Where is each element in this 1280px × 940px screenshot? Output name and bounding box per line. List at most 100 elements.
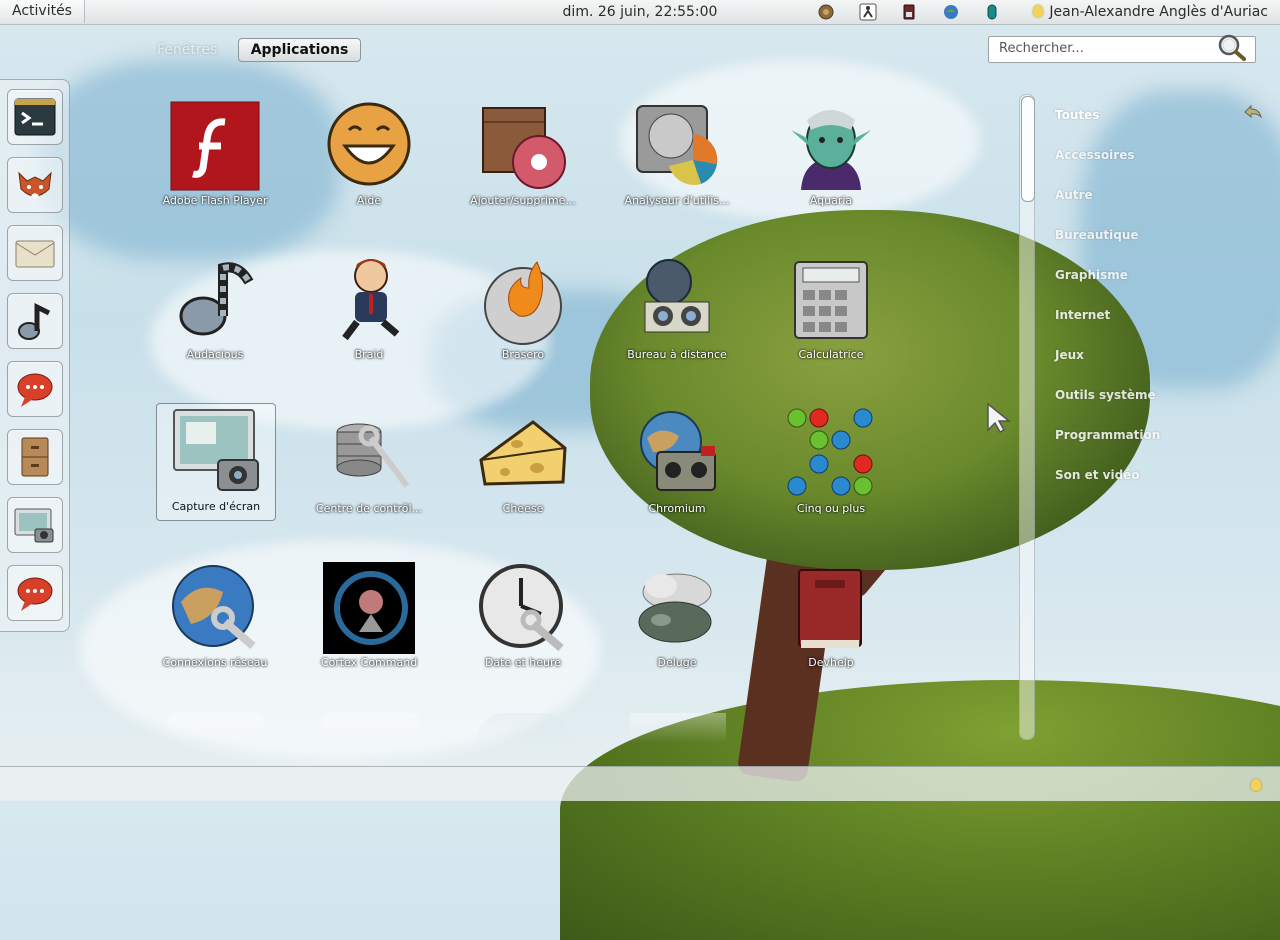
cookie-tray-icon[interactable]	[817, 3, 835, 21]
app-label: Deluge	[657, 656, 697, 669]
category-games[interactable]: Jeux	[1055, 344, 1160, 384]
network-tray-icon[interactable]	[942, 3, 960, 21]
accessibility-icon[interactable]	[859, 3, 877, 21]
app-audacious[interactable]: Audacious	[156, 252, 274, 368]
battery-icon[interactable]	[900, 3, 918, 21]
activities-button[interactable]: Activités	[0, 0, 85, 23]
app-brasero[interactable]: Brasero	[464, 252, 582, 368]
dash-audacious[interactable]	[7, 293, 63, 349]
back-arrow-icon[interactable]	[1243, 104, 1263, 120]
chromium-icon	[640, 411, 716, 491]
deluge-icon	[638, 573, 712, 643]
dash-file-cabinet[interactable]	[7, 429, 63, 485]
scrollbar-thumb[interactable]	[1021, 96, 1035, 202]
app-devhelp[interactable]: Devhelp	[772, 560, 890, 676]
app-aide[interactable]: Aide	[310, 98, 428, 214]
app-label: Calculatrice	[798, 348, 864, 361]
dash-mail[interactable]	[7, 225, 63, 281]
app-calculatrice[interactable]: Calculatrice	[772, 252, 890, 368]
package-icon	[482, 107, 566, 189]
screenshot-icon	[14, 508, 54, 543]
category-accessories[interactable]: Accessoires	[1055, 144, 1160, 184]
app-connexions-reseau[interactable]: Connexions réseau	[156, 560, 274, 676]
search-icon[interactable]	[1217, 33, 1247, 63]
view-selector: Fenêtres Applications	[145, 38, 365, 62]
audacious-icon	[179, 262, 254, 336]
app-label: Connexions réseau	[162, 656, 268, 669]
app-label: Devhelp	[808, 656, 854, 669]
calculator-icon	[794, 261, 868, 339]
app-label: Aide	[356, 194, 382, 207]
app-cheese[interactable]: Cheese	[464, 406, 582, 522]
top-bar: Activités dim. 26 juin, 22:55:00 Jean-Al…	[0, 0, 1280, 25]
category-programming[interactable]: Programmation	[1055, 424, 1160, 464]
app-bureau-a-distance[interactable]: Bureau à distance	[618, 252, 736, 368]
app-label: Ajouter/supprime...	[470, 194, 576, 207]
aquaria-icon	[791, 110, 871, 190]
category-list: Toutes Accessoires Autre Bureautique Gra…	[1055, 104, 1160, 504]
app-label: Centre de contrôl...	[315, 502, 423, 515]
terminal-icon	[14, 98, 56, 136]
app-date-et-heure[interactable]: Date et heure	[464, 560, 582, 676]
app-label: Date et heure	[484, 656, 562, 669]
app-analyseur[interactable]: Analyseur d'utilis...	[618, 98, 736, 214]
category-system-tools[interactable]: Outils système	[1055, 384, 1160, 424]
audacious-icon	[18, 302, 51, 340]
app-adobe-flash-player[interactable]: Adobe Flash Player	[156, 98, 274, 214]
app-capture-d-ecran[interactable]: Capture d'écran	[156, 403, 276, 521]
app-partial	[630, 713, 726, 743]
dash-firefox[interactable]	[7, 157, 63, 213]
app-label: Analyseur d'utilis...	[624, 194, 730, 207]
app-ajouter-supprimer[interactable]: Ajouter/supprime...	[464, 98, 582, 214]
remote-desktop-icon	[644, 259, 710, 333]
app-label: Audacious	[186, 348, 244, 361]
search-box	[988, 33, 1256, 63]
tab-applications[interactable]: Applications	[237, 38, 362, 62]
app-deluge[interactable]: Deluge	[618, 560, 736, 676]
category-graphics[interactable]: Graphisme	[1055, 264, 1160, 304]
notification-bulb-icon[interactable]	[1251, 779, 1261, 791]
disk-usage-icon	[636, 105, 718, 185]
braid-icon	[342, 259, 400, 341]
mail-icon	[15, 240, 55, 268]
app-partial	[168, 713, 264, 743]
dash-screenshot[interactable]	[7, 497, 63, 553]
network-icon	[172, 565, 256, 650]
chat-icon	[17, 373, 53, 407]
search-input[interactable]	[989, 37, 1209, 60]
devhelp-icon	[798, 569, 862, 648]
app-cortex-command[interactable]: Cortex Command	[310, 560, 428, 676]
category-sound-video[interactable]: Son et vidéo	[1055, 464, 1160, 504]
dash-terminal[interactable]	[7, 89, 63, 145]
clock-icon	[479, 564, 564, 652]
dash	[0, 79, 70, 632]
chat-icon	[17, 577, 53, 611]
help-face-icon	[327, 102, 411, 186]
dash-chat[interactable]	[7, 361, 63, 417]
volume-icon[interactable]	[983, 3, 1001, 21]
app-partial	[476, 713, 572, 743]
app-centre-de-controle[interactable]: Centre de contrôl...	[310, 406, 428, 522]
category-all[interactable]: Toutes	[1055, 104, 1160, 144]
message-tray	[0, 766, 1280, 801]
app-aquaria[interactable]: Aquaria	[772, 98, 890, 214]
category-other[interactable]: Autre	[1055, 184, 1160, 224]
user-menu[interactable]: Jean-Alexandre Anglès d'Auriac	[1033, 0, 1268, 24]
app-label: Chromium	[648, 502, 706, 515]
app-label: Adobe Flash Player	[162, 194, 268, 207]
app-braid[interactable]: Braid	[310, 252, 428, 368]
clock[interactable]: dim. 26 juin, 22:55:00	[563, 4, 718, 20]
bulb-icon	[1033, 5, 1044, 17]
app-cinq-ou-plus[interactable]: Cinq ou plus	[772, 406, 890, 522]
category-internet[interactable]: Internet	[1055, 304, 1160, 344]
app-grid-scrollbar[interactable]	[1019, 94, 1035, 740]
dash-chat-2[interactable]	[7, 565, 63, 621]
five-or-more-icon	[787, 408, 873, 496]
file-cabinet-icon	[21, 437, 49, 477]
user-name: Jean-Alexandre Anglès d'Auriac	[1049, 4, 1268, 20]
category-office[interactable]: Bureautique	[1055, 224, 1160, 264]
firefox-icon	[18, 171, 52, 199]
app-chromium[interactable]: Chromium	[618, 406, 736, 522]
control-center-icon	[336, 423, 410, 488]
tab-windows[interactable]: Fenêtres	[145, 39, 229, 61]
